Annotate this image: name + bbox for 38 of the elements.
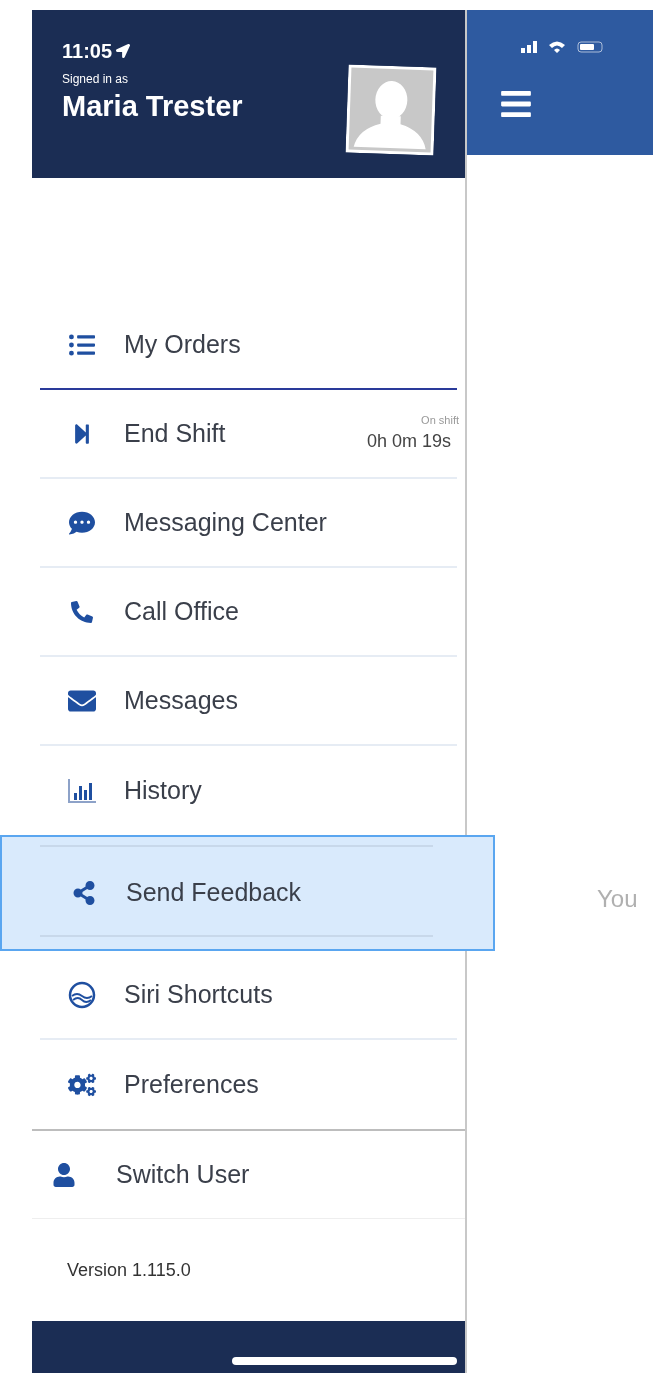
menu-item[interactable]: Messaging Center — [40, 479, 457, 568]
menu-label: Messages — [124, 684, 238, 716]
menu-item[interactable]: Send Feedback — [0, 835, 495, 951]
menu-label: History — [124, 774, 202, 806]
location-arrow-icon — [116, 44, 131, 58]
menu-item[interactable]: Messages — [40, 657, 457, 746]
menu-item[interactable]: Call Office — [40, 568, 457, 657]
menu-label: Messaging Center — [124, 506, 327, 538]
wifi-icon — [549, 40, 565, 53]
menu-item[interactable]: Siri Shortcuts — [40, 951, 457, 1040]
switch-user-label[interactable]: Switch User — [116, 1155, 250, 1194]
list-icon — [69, 331, 95, 358]
empty-state-text: You — [597, 885, 638, 912]
menu-label: Siri Shortcuts — [124, 978, 273, 1010]
menu-item[interactable]: My Orders — [40, 301, 457, 390]
person-icon — [52, 1162, 76, 1187]
menu-label: Send Feedback — [126, 877, 302, 909]
avatar-silhouette-icon — [345, 64, 437, 156]
menu-label: Preferences — [124, 1068, 259, 1100]
menu-item[interactable]: Preferences — [40, 1040, 457, 1129]
battery-icon — [577, 40, 603, 53]
bar-chart-icon — [67, 777, 97, 804]
signed-in-caption: Signed in as — [62, 71, 130, 88]
menu-item[interactable]: End Shift On shift 0h 0m 19s — [40, 390, 457, 479]
signal-icon — [521, 40, 537, 53]
menu-label: Call Office — [124, 595, 239, 627]
phone-icon — [71, 600, 93, 623]
version-text: Version 1.115.0 — [67, 1258, 191, 1282]
share-icon — [72, 881, 96, 905]
status-time: 11:05 — [62, 39, 113, 64]
wave-circle-icon — [68, 980, 96, 1009]
user-name: Maria Trester — [62, 89, 243, 124]
menu-label: End Shift — [124, 417, 226, 449]
shift-caption: On shift — [421, 412, 459, 428]
menu-item[interactable]: History — [40, 746, 457, 835]
speech-bubble-icon — [69, 509, 95, 536]
menu-label: My Orders — [124, 328, 241, 360]
shift-timer: 0h 0m 19s — [366, 430, 451, 454]
